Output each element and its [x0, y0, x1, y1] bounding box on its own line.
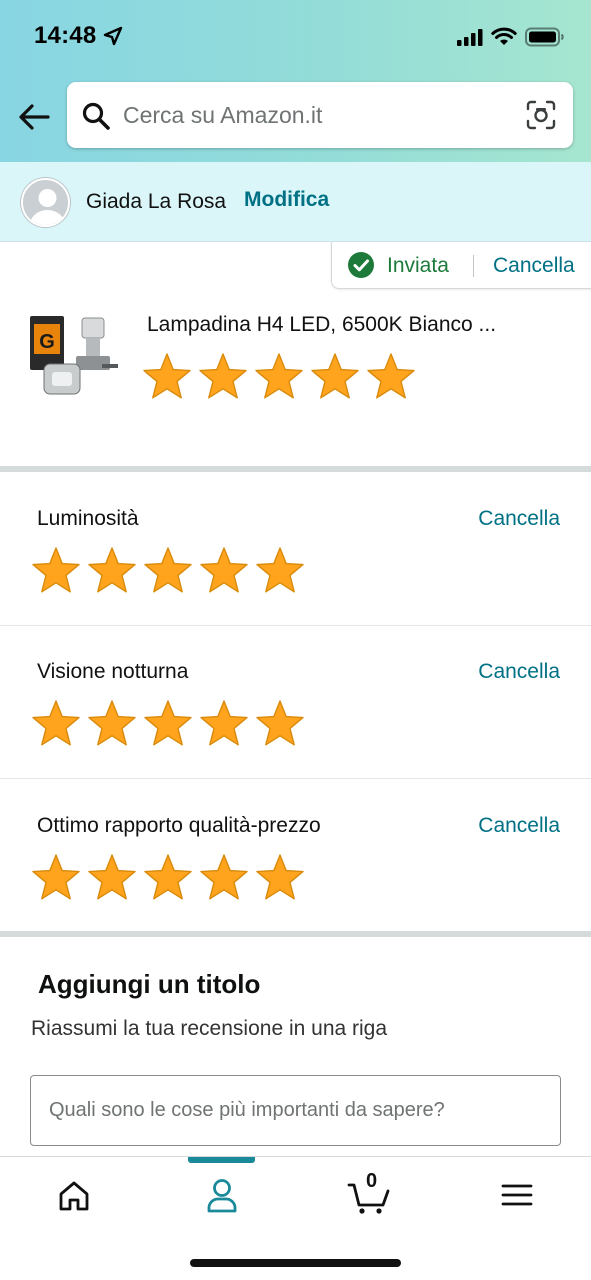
- row-divider: [0, 778, 591, 779]
- star-icon[interactable]: [199, 699, 249, 748]
- star-icon[interactable]: [142, 352, 192, 401]
- menu-icon[interactable]: [495, 1175, 539, 1215]
- back-arrow-icon[interactable]: [14, 98, 54, 136]
- review-title-input[interactable]: [30, 1075, 561, 1146]
- wifi-icon: [491, 27, 517, 45]
- criterion-stars-luminosita[interactable]: [31, 546, 305, 595]
- star-icon[interactable]: [31, 853, 81, 902]
- active-tab-indicator: [188, 1157, 255, 1163]
- star-icon[interactable]: [31, 699, 81, 748]
- product-title: Lampadina H4 LED, 6500K Bianco ...: [147, 313, 497, 336]
- star-icon[interactable]: [199, 853, 249, 902]
- star-icon[interactable]: [87, 699, 137, 748]
- cart-count: 0: [366, 1170, 378, 1192]
- product-image: G: [30, 316, 118, 395]
- criterion-label-luminosita: Luminosità: [37, 507, 139, 530]
- star-icon[interactable]: [255, 699, 305, 748]
- avatar-person-icon: [30, 189, 65, 225]
- criterion-stars-visione-notturna[interactable]: [31, 699, 305, 748]
- avatar: [21, 178, 70, 227]
- review-title-subheading: Riassumi la tua recensione in una riga: [31, 1017, 388, 1040]
- section-divider: [0, 931, 591, 937]
- star-icon[interactable]: [143, 699, 193, 748]
- star-icon[interactable]: [254, 352, 304, 401]
- home-indicator: [190, 1259, 401, 1267]
- criterion-label-visione-notturna: Visione notturna: [37, 660, 189, 683]
- account-icon[interactable]: [200, 1175, 244, 1215]
- star-icon[interactable]: [198, 352, 248, 401]
- criterion-cancel-rapporto-qualita-prezzo[interactable]: Cancella: [478, 814, 560, 838]
- user-name: Giada La Rosa: [86, 190, 227, 213]
- star-icon[interactable]: [199, 546, 249, 595]
- criterion-label-rapporto-qualita-prezzo: Ottimo rapporto qualità-prezzo: [37, 814, 321, 837]
- criterion-stars-rapporto-qualita-prezzo[interactable]: [31, 853, 305, 902]
- star-icon[interactable]: [31, 546, 81, 595]
- check-circle-icon: [348, 252, 374, 278]
- star-icon[interactable]: [87, 853, 137, 902]
- cellular-signal-icon: [457, 29, 483, 46]
- edit-profile-link[interactable]: Modifica: [244, 188, 329, 212]
- user-bar: Giada La Rosa Modifica: [0, 162, 591, 242]
- camera-scan-icon[interactable]: [525, 99, 557, 131]
- star-icon[interactable]: [143, 853, 193, 902]
- sent-status-label: Inviata: [387, 254, 449, 277]
- criterion-cancel-visione-notturna[interactable]: Cancella: [478, 660, 560, 684]
- svg-text:G: G: [39, 331, 55, 353]
- separator: [473, 255, 474, 277]
- criterion-cancel-luminosita[interactable]: Cancella: [478, 507, 560, 531]
- location-arrow-icon: [103, 26, 123, 46]
- status-time: 14:48: [34, 22, 97, 49]
- review-title-heading: Aggiungi un titolo: [38, 969, 261, 999]
- row-divider: [0, 625, 591, 626]
- search-bar[interactable]: [67, 82, 573, 148]
- top-header: 14:48: [0, 0, 591, 162]
- star-icon[interactable]: [255, 853, 305, 902]
- cancel-review-link[interactable]: Cancella: [493, 254, 575, 278]
- home-icon[interactable]: [52, 1175, 96, 1215]
- overall-rating-stars[interactable]: [142, 352, 416, 401]
- star-icon[interactable]: [255, 546, 305, 595]
- section-divider: [0, 466, 591, 472]
- submission-status: Inviata Cancella: [331, 242, 591, 289]
- star-icon[interactable]: [143, 546, 193, 595]
- star-icon[interactable]: [366, 352, 416, 401]
- star-icon[interactable]: [87, 546, 137, 595]
- battery-icon: [525, 27, 564, 47]
- star-icon[interactable]: [310, 352, 360, 401]
- magnifier-icon: [82, 102, 110, 130]
- search-input[interactable]: [123, 82, 513, 148]
